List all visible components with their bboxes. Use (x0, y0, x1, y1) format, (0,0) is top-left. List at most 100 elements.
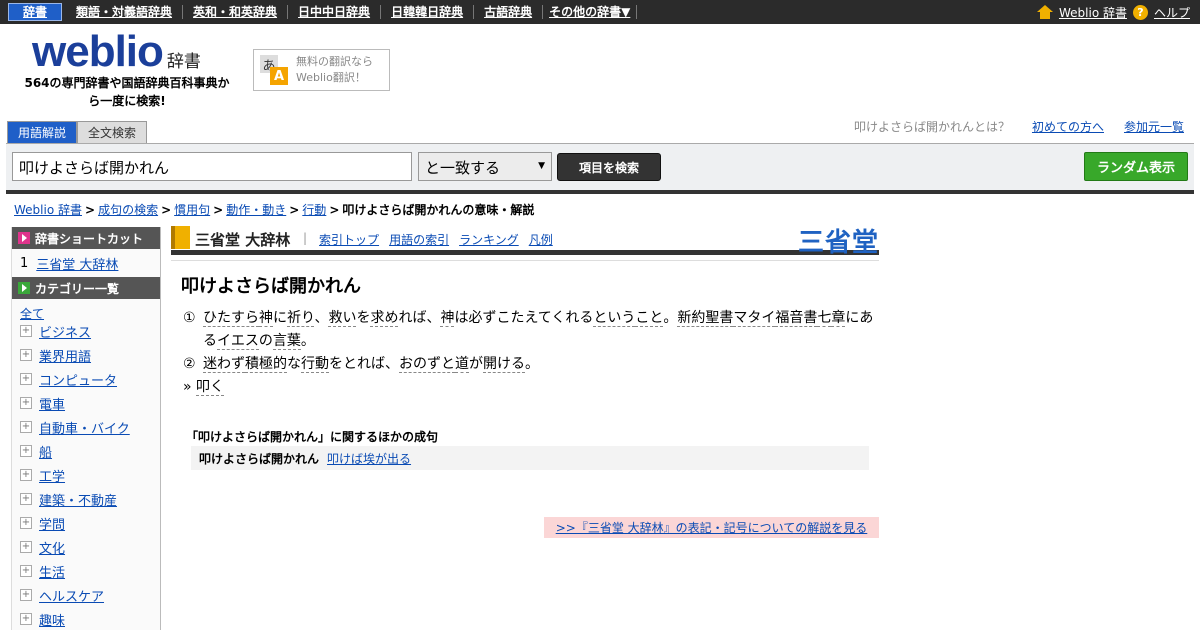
category-link[interactable]: 趣味 (39, 610, 65, 629)
category-link[interactable]: 建築・不動産 (39, 490, 117, 509)
plus-icon[interactable]: + (20, 325, 32, 337)
plus-icon[interactable]: + (20, 517, 32, 529)
nav-item-english-japanese[interactable]: 英和・和英辞典 (183, 5, 289, 19)
plus-icon[interactable]: + (20, 421, 32, 433)
nav-item-classical[interactable]: 古語辞典 (474, 5, 544, 19)
category-item: + 学問 (12, 511, 160, 535)
definition-word-link[interactable]: こと (635, 310, 664, 327)
plus-icon[interactable]: + (20, 349, 32, 361)
nav-item-thesaurus[interactable]: 類語・対義語辞典 (66, 5, 184, 19)
nav-item-other-dictionaries[interactable]: その他の辞書▼ (543, 5, 638, 19)
definition-word-link[interactable]: 祈り (287, 310, 315, 327)
definition-word-link[interactable]: マタイ (733, 310, 776, 327)
translate-icon-latin: A (270, 67, 288, 85)
breadcrumb-link[interactable]: 動作・動き (226, 203, 286, 217)
cross-ref-word[interactable]: 叩く (196, 379, 225, 396)
definition-word-link[interactable]: 積極的 (245, 356, 287, 373)
definition-word-link[interactable]: 神 (259, 310, 273, 327)
help-icon: ? (1132, 4, 1148, 20)
search-input[interactable]: 叩けよさらば開かれん (12, 152, 412, 181)
sidebar: 辞書ショートカット 1 三省堂 大辞林 カテゴリー一覧 全て + ビジネス + 業界用… (11, 227, 161, 630)
header-divider (6, 190, 1194, 194)
definition-word-link[interactable]: ひたすら (203, 310, 259, 327)
nav-item-korean-japanese[interactable]: 日韓韓日辞典 (381, 5, 475, 19)
breadcrumb-link[interactable]: Weblio 辞書 (14, 203, 82, 217)
category-link[interactable]: ヘルスケア (39, 586, 104, 605)
plus-icon[interactable]: + (20, 565, 32, 577)
weblio-logo[interactable]: weblio 辞書 (32, 30, 201, 74)
definition-word-link[interactable]: 言葉 (272, 333, 301, 350)
match-mode-select[interactable]: と一致する (418, 152, 552, 181)
definition-item: ② 迷わず積極的な行動をとれば、おのずと道が開ける。 (183, 353, 879, 376)
first-time-link[interactable]: 初めての方へ (1032, 118, 1104, 135)
plus-icon[interactable]: + (20, 541, 32, 553)
tab-term-explanation[interactable]: 用語解説 (7, 121, 78, 143)
legend-link[interactable]: 凡例 (529, 231, 553, 248)
breadcrumb-link[interactable]: 行動 (302, 203, 326, 217)
search-button[interactable]: 項目を検索 (557, 153, 661, 181)
definition-word-link[interactable]: 救い (328, 310, 357, 327)
category-link[interactable]: 文化 (39, 538, 65, 557)
plus-icon[interactable]: + (20, 445, 32, 457)
definition-word-link[interactable]: 行動 (301, 356, 329, 373)
related-link[interactable]: 叩けば埃が出る (327, 450, 411, 467)
random-button[interactable]: ランダム表示 (1084, 152, 1188, 181)
nav-item-chinese-japanese[interactable]: 日中中日辞典 (288, 5, 382, 19)
plus-icon[interactable]: + (20, 493, 32, 505)
sources-link[interactable]: 参加元一覧 (1124, 118, 1184, 135)
definition-word-link[interactable]: イエス (217, 333, 259, 350)
definition-word-link[interactable]: 開ける (483, 356, 525, 373)
category-link[interactable]: 船 (39, 442, 52, 461)
definition-word-link[interactable]: 道 (455, 356, 469, 373)
tab-fulltext-search[interactable]: 全文検索 (77, 121, 148, 143)
definition-word-link[interactable]: おのずと (399, 356, 455, 373)
notation-explanation: >>『三省堂 大辞林』の表記・記号についての解説を見る (544, 517, 879, 538)
term-index-link[interactable]: 用語の索引 (389, 231, 449, 248)
shortcut-link-daijirin[interactable]: 三省堂 大辞林 (36, 254, 118, 273)
notation-link[interactable]: >>『三省堂 大辞林』の表記・記号についての解説を見る (556, 519, 868, 536)
plus-icon[interactable]: + (20, 397, 32, 409)
breadcrumb-link[interactable]: 成句の検索 (98, 203, 158, 217)
category-header: カテゴリー一覧 (12, 277, 160, 299)
plus-icon[interactable]: + (20, 613, 32, 625)
definition-word-link[interactable]: 七 (817, 310, 832, 327)
sanseido-logo[interactable]: 三省堂 (798, 222, 879, 259)
translation-promo[interactable]: あ A 無料の翻訳なら Weblio翻訳！ (253, 49, 390, 91)
category-link[interactable]: 自動車・バイク (39, 418, 130, 437)
category-link[interactable]: 電車 (39, 394, 65, 413)
plus-icon[interactable]: + (20, 373, 32, 385)
definition-text: を (356, 310, 371, 326)
index-top-link[interactable]: 索引トップ (319, 231, 379, 248)
definition-word-link[interactable]: 求め (370, 310, 399, 327)
definition-word-link[interactable]: 神 (440, 310, 455, 327)
category-link[interactable]: 生活 (39, 562, 65, 581)
plus-icon[interactable]: + (20, 589, 32, 601)
definition-word-link[interactable]: 新約聖書 (677, 310, 734, 327)
category-link[interactable]: 業界用語 (39, 346, 91, 365)
definition-word-link[interactable]: 福音書 (775, 310, 818, 327)
translate-icon: あ A (260, 55, 290, 85)
category-link[interactable]: 工学 (39, 466, 65, 485)
category-link[interactable]: コンピュータ (39, 370, 117, 389)
dictionary-header: 三省堂 大辞林 | 索引トップ 用語の索引 ランキング 凡例 三省堂 (171, 225, 879, 258)
category-link[interactable]: ビジネス (39, 322, 91, 341)
link-separator: | (303, 231, 308, 245)
category-title: カテゴリー一覧 (35, 281, 120, 296)
plus-icon[interactable]: + (20, 469, 32, 481)
category-link[interactable]: 学問 (39, 514, 65, 533)
category-all-link[interactable]: 全て (20, 307, 44, 321)
logo-suffix: 辞書 (166, 52, 201, 72)
breadcrumb-link[interactable]: 慣用句 (174, 203, 210, 217)
definition-word-link[interactable]: 章 (831, 310, 846, 327)
definition-word-link[interactable]: 迷わず (203, 356, 245, 373)
definition-word-link[interactable]: という (593, 310, 636, 327)
related-current: 叩けよさらば開かれん (199, 451, 320, 466)
ranking-link[interactable]: ランキング (459, 231, 519, 248)
category-item: + 業界用語 (12, 343, 160, 367)
breadcrumb-separator: > (329, 203, 340, 217)
promo-text: 無料の翻訳なら Weblio翻訳！ (296, 54, 373, 86)
weblio-home-link[interactable]: Weblio 辞書 (1059, 4, 1127, 21)
help-link[interactable]: ヘルプ (1154, 4, 1190, 21)
category-item: + 工学 (12, 463, 160, 487)
nav-item-dictionary[interactable]: 辞書 (8, 3, 63, 21)
